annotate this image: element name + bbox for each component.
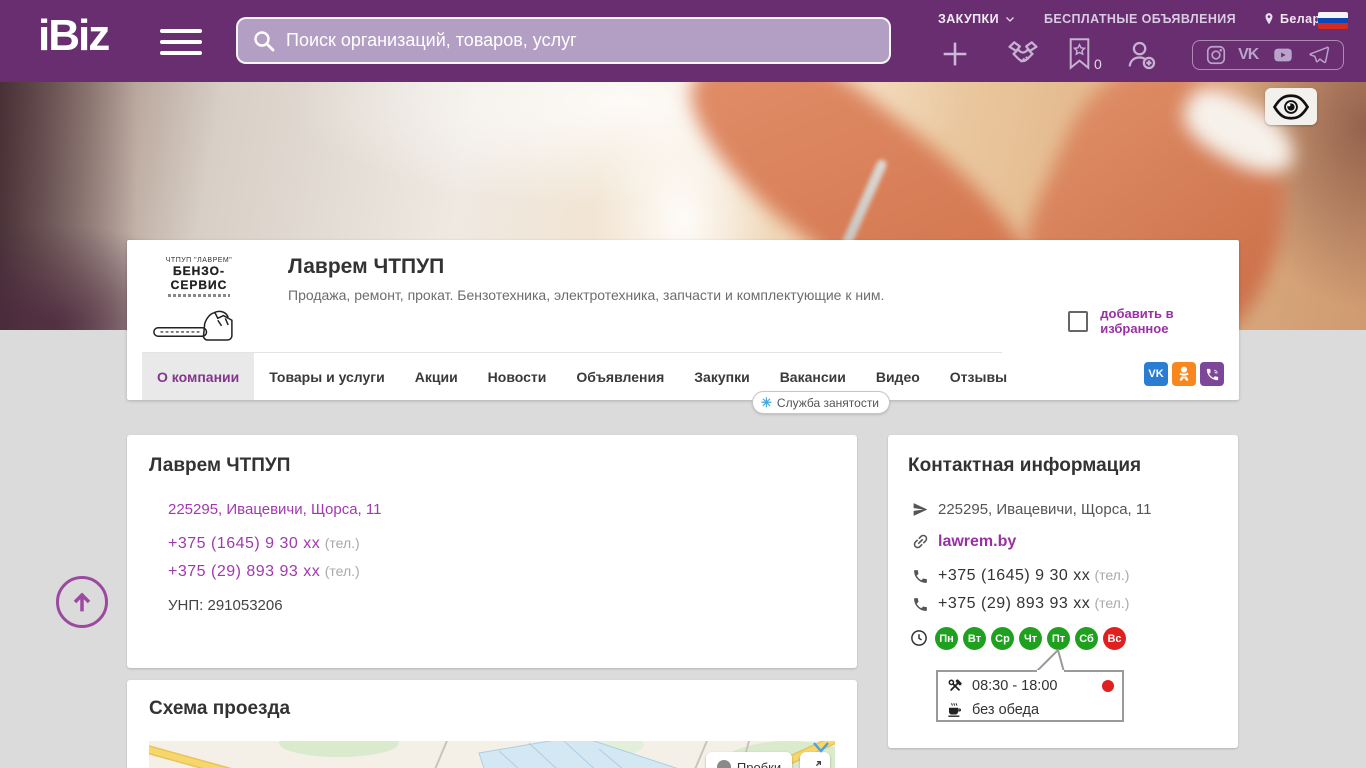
chevron-down-icon (1006, 17, 1014, 22)
header-icons: 0 VK (930, 36, 1346, 74)
nav-free-ads[interactable]: БЕСПЛАТНЫЕ ОБЪЯВЛЕНИЯ (1044, 12, 1236, 26)
instagram-icon[interactable] (1205, 44, 1227, 66)
coffee-cup-icon (948, 703, 961, 717)
lunch-info: без обеда (972, 702, 1040, 718)
day-badge-Чт[interactable]: Чт (1019, 627, 1042, 650)
about-phone-2[interactable]: +375 (29) 893 93 хх (тел.) (168, 563, 360, 581)
day-badge-Ср[interactable]: Ср (991, 627, 1014, 650)
nav-purchases[interactable]: ЗАКУПКИ (938, 12, 1016, 26)
about-address-link[interactable]: 225295, Ивацевичи, Щорса, 11 (168, 501, 381, 518)
tab-products[interactable]: Товары и услуги (254, 353, 399, 400)
telegram-icon[interactable] (1307, 44, 1331, 66)
employment-service-icon: ✳ (761, 394, 772, 410)
vk-icon[interactable]: VK (1144, 362, 1168, 386)
youtube-icon[interactable] (1270, 44, 1296, 66)
company-header-card: ЧТПУП "ЛАВРЕМ" БЕНЗО-СЕРВИС Лаврем ЧТПУП… (127, 240, 1239, 400)
phone-icon (913, 569, 927, 583)
company-name: Лаврем ЧТПУП (288, 255, 445, 278)
favorite-label: добавить в избранное (1100, 306, 1174, 336)
company-logo: ЧТПУП "ЛАВРЕМ" БЕНЗО-СЕРВИС (149, 251, 249, 344)
chainsaw-icon (153, 310, 233, 341)
location-pin-icon (1265, 13, 1273, 25)
link-icon (913, 534, 927, 549)
working-days: Пн Вт Ср Чт Пт Сб Вс (935, 627, 1126, 650)
schedule-popup: 08:30 - 18:00 без обеда (936, 670, 1124, 722)
header: iBiz ЗАКУПКИ БЕСПЛАТНЫЕ ОБЪЯВЛЕНИЯ Белар… (0, 0, 1366, 82)
tab-about[interactable]: О компании (142, 353, 255, 400)
contacts-phone-row-2[interactable]: +375 (29) 893 93 хх (тел.) (910, 595, 1129, 613)
contacts-card: Контактная информация 225295, Ивацевичи,… (888, 435, 1238, 748)
favorite-checkbox[interactable] (1068, 310, 1089, 332)
page: iBiz ЗАКУПКИ БЕСПЛАТНЫЕ ОБЪЯВЛЕНИЯ Белар… (0, 0, 1366, 768)
contacts-phone-row-1[interactable]: +375 (1645) 9 30 хх (тел.) (910, 567, 1129, 585)
search-icon (254, 30, 275, 51)
contacts-address-row: 225295, Ивацевичи, Щорса, 11 (910, 501, 1151, 518)
tab-ads[interactable]: Объявления (561, 353, 679, 400)
navigation-arrow-icon (913, 503, 927, 516)
day-badge-Вт[interactable]: Вт (963, 627, 986, 650)
vacancy-tooltip: ✳ Служба занятости (752, 391, 891, 414)
arrow-up-icon (73, 592, 91, 612)
accessibility-version-button[interactable] (1265, 88, 1317, 125)
map-fullscreen-button[interactable] (800, 752, 830, 768)
day-badge-Сб[interactable]: Сб (1075, 627, 1098, 650)
menu-burger-icon[interactable] (160, 29, 202, 55)
phone-icon (913, 597, 927, 611)
schedule-pointer (1034, 649, 1066, 672)
tab-news[interactable]: Новости (473, 353, 562, 400)
day-badge-Пт[interactable]: Пт (1047, 627, 1070, 650)
expand-icon (813, 761, 821, 768)
odnoklassniki-icon[interactable] (1172, 362, 1196, 386)
russia-flag-icon[interactable] (1318, 12, 1348, 29)
contacts-title: Контактная информация (908, 455, 1142, 476)
company-social-links: VK (1144, 362, 1224, 386)
map-title: Схема проезда (149, 698, 291, 719)
about-phone-1[interactable]: +375 (1645) 9 30 хх (тел.) (168, 535, 360, 553)
about-card: Лаврем ЧТПУП 225295, Ивацевичи, Щорса, 1… (127, 435, 857, 668)
contacts-website-row: lawrem.by (910, 532, 1016, 551)
header-social-bar: VK (1192, 40, 1344, 70)
website-link[interactable]: lawrem.by (938, 533, 1016, 551)
scroll-top-button[interactable] (56, 576, 108, 628)
top-nav: ЗАКУПКИ БЕСПЛАТНЫЕ ОБЪЯВЛЕНИЯ Беларусь (938, 12, 1343, 26)
search-bar (236, 17, 891, 64)
site-logo[interactable]: iBiz (38, 14, 110, 58)
map[interactable]: Пробки (149, 741, 835, 768)
company-unp: УНП: 291053206 (168, 597, 283, 614)
status-dot (1102, 680, 1114, 692)
traffic-button[interactable]: Пробки (706, 752, 792, 768)
eye-icon (1273, 93, 1309, 120)
add-to-favorites[interactable]: добавить в избранное (1068, 306, 1239, 336)
add-icon[interactable] (938, 37, 972, 71)
map-card: Схема проезда Пробки (127, 680, 857, 768)
tab-reviews[interactable]: Отзывы (935, 353, 1022, 400)
search-input[interactable] (286, 30, 875, 51)
vk-icon[interactable]: VK (1238, 46, 1259, 64)
clock-icon (911, 630, 927, 646)
viber-icon[interactable] (1200, 362, 1224, 386)
traffic-icon (716, 760, 731, 768)
map-marker-chevron (813, 742, 829, 753)
about-title: Лаврем ЧТПУП (149, 455, 291, 476)
bookmark-star-icon[interactable] (1066, 37, 1093, 70)
tab-purchases[interactable]: Закупки (679, 353, 764, 400)
logo-tagline-decor (168, 294, 230, 297)
day-badge-Пн[interactable]: Пн (935, 627, 958, 650)
tab-promos[interactable]: Акции (400, 353, 473, 400)
tools-icon (948, 679, 962, 691)
bookmarks-count: 0 (1094, 56, 1102, 72)
day-badge-Вс[interactable]: Вс (1103, 627, 1126, 650)
work-hours: 08:30 - 18:00 (972, 678, 1058, 694)
company-description: Продажа, ремонт, прокат. Бензотехника, э… (288, 287, 885, 303)
user-add-icon[interactable] (1124, 38, 1158, 72)
handshake-icon[interactable] (1004, 39, 1042, 71)
